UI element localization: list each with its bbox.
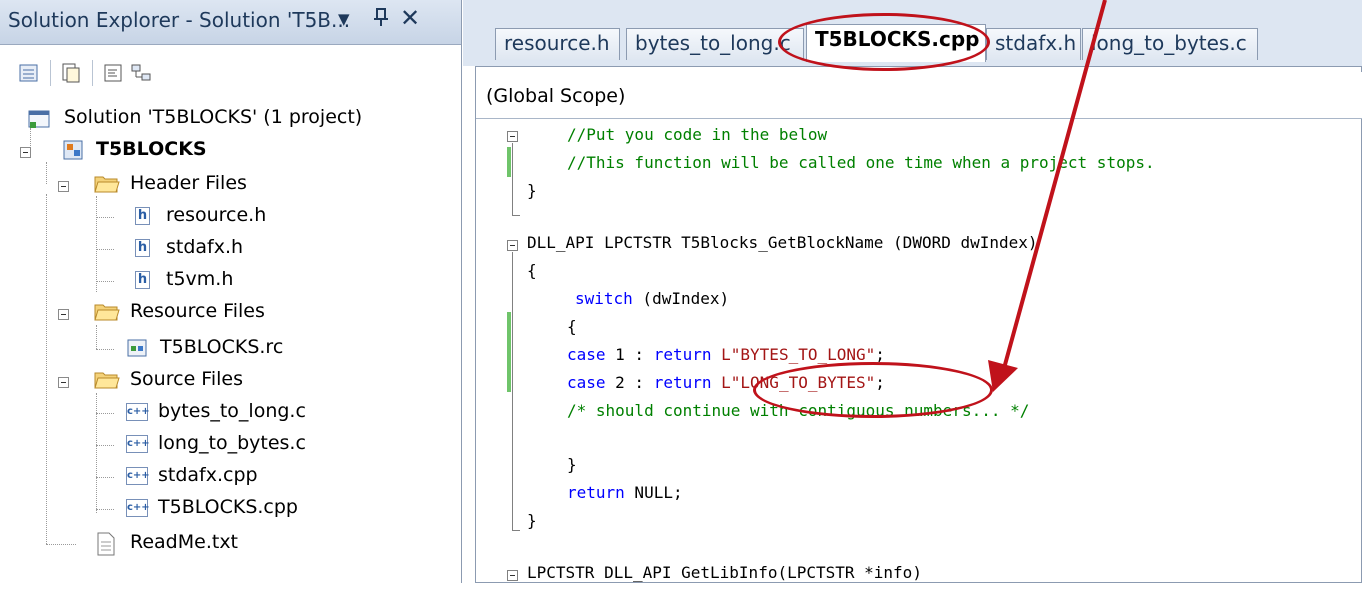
code-text: 2 : <box>605 373 654 392</box>
change-marker <box>507 312 511 392</box>
collapse-icon[interactable] <box>20 147 31 158</box>
folder-open-icon <box>94 176 120 193</box>
tree-item-label: t5vm.h <box>166 268 234 290</box>
tree-file-t5blocks-rc[interactable]: T5BLOCKS.rc <box>0 333 460 365</box>
view-code-icon[interactable] <box>102 62 124 84</box>
tree-item-label: resource.h <box>166 204 267 226</box>
tree-item-label: Resource Files <box>130 300 265 322</box>
tree-folder-header-files[interactable]: Header Files <box>0 169 460 201</box>
window-position-dropdown-icon[interactable]: ▼ <box>338 10 350 28</box>
code-text: (dwIndex) <box>632 289 730 308</box>
tree-file-readme[interactable]: ReadMe.txt <box>0 528 460 560</box>
code-line: //This function will be called one time … <box>567 153 1155 172</box>
class-diagram-icon[interactable] <box>130 62 152 84</box>
outline-line <box>512 215 520 216</box>
folder-open-icon <box>94 372 120 389</box>
tree-item-label: T5BLOCKS.cpp <box>158 496 298 518</box>
tree-item-label: Source Files <box>130 368 243 390</box>
tree-item-label: Header Files <box>130 172 247 194</box>
tree-item-label: Solution 'T5BLOCKS' (1 project) <box>64 106 363 128</box>
solution-explorer-titlebar: Solution Explorer - Solution 'T5B... ▼ ✕ <box>0 0 461 45</box>
cpp-file-icon: c++ <box>126 499 150 517</box>
collapse-icon[interactable] <box>58 377 69 388</box>
tab-long-to-bytes-c[interactable]: long_to_bytes.c <box>1082 28 1258 60</box>
code-text: NULL; <box>624 483 683 502</box>
solution-icon <box>28 110 50 128</box>
collapse-icon[interactable] <box>58 309 69 320</box>
toolbar-separator <box>50 60 51 86</box>
collapse-icon[interactable] <box>58 181 69 192</box>
tree-item-project[interactable]: T5BLOCKS <box>0 135 460 167</box>
pin-icon[interactable] <box>370 6 392 28</box>
code-line: DLL_API LPCTSTR T5Blocks_GetBlockName (D… <box>527 233 1038 252</box>
tab-resource-h[interactable]: resource.h <box>495 28 620 60</box>
code-line: LPCTSTR DLL_API GetLibInfo(LPCTSTR *info… <box>527 563 922 582</box>
code-line: //Put you code in the below <box>567 125 828 144</box>
tree-file-resource-h[interactable]: h resource.h <box>0 201 460 233</box>
code-line: { <box>527 261 537 280</box>
resource-file-icon <box>127 339 147 357</box>
outline-line <box>512 143 513 215</box>
outline-line <box>512 252 513 530</box>
show-all-files-icon[interactable] <box>60 62 82 84</box>
keyword: case <box>567 373 606 392</box>
keyword: return <box>653 373 712 392</box>
code-line: { <box>567 317 577 336</box>
tree-folder-resource-files[interactable]: Resource Files <box>0 297 460 329</box>
header-file-icon: h <box>135 207 150 225</box>
tree-item-label: stdafx.h <box>166 236 244 258</box>
cpp-file-icon: c++ <box>126 467 150 485</box>
tree-item-label: bytes_to_long.c <box>158 400 306 422</box>
tree-file-t5blocks-cpp[interactable]: c++ T5BLOCKS.cpp <box>0 493 460 525</box>
tree-file-bytes-to-long-c[interactable]: c++ bytes_to_long.c <box>0 397 460 429</box>
tab-stdafx-h[interactable]: stdafx.h <box>986 28 1081 60</box>
keyword: case <box>567 345 606 364</box>
header-file-icon: h <box>135 239 150 257</box>
tree-item-solution[interactable]: Solution 'T5BLOCKS' (1 project) <box>0 103 460 135</box>
keyword: return <box>567 483 625 502</box>
solution-explorer-panel: Solution Explorer - Solution 'T5B... ▼ ✕ <box>0 0 462 583</box>
toolbar-separator <box>92 60 93 86</box>
fold-toggle-icon[interactable] <box>507 131 518 142</box>
code-line: } <box>567 455 577 474</box>
header-file-icon: h <box>135 271 150 289</box>
project-icon <box>63 140 83 160</box>
scope-label: (Global Scope) <box>486 85 626 107</box>
folder-open-icon <box>94 304 120 321</box>
code-area[interactable]: //Put you code in the below //This funct… <box>477 119 1362 583</box>
tree-file-stdafx-cpp[interactable]: c++ stdafx.cpp <box>0 461 460 493</box>
tree-file-long-to-bytes-c[interactable]: c++ long_to_bytes.c <box>0 429 460 461</box>
change-marker <box>507 147 511 177</box>
solution-explorer-title: Solution Explorer - Solution 'T5B... <box>8 8 351 32</box>
code-text: 1 : <box>605 345 654 364</box>
tree-item-label: T5BLOCKS.rc <box>160 336 284 358</box>
properties-icon[interactable] <box>18 62 40 84</box>
tree-file-stdafx-h[interactable]: h stdafx.h <box>0 233 460 265</box>
text-file-icon <box>97 532 115 556</box>
string-literal: L"BYTES_TO_LONG" <box>721 345 876 364</box>
annotation-ellipse-string <box>753 362 993 418</box>
tree-item-label: T5BLOCKS <box>96 138 207 160</box>
annotation-ellipse-tab <box>778 13 990 71</box>
fold-toggle-icon[interactable] <box>507 570 518 581</box>
keyword: switch <box>575 289 633 308</box>
fold-toggle-icon[interactable] <box>507 240 518 251</box>
outline-line <box>512 530 520 531</box>
scope-dropdown[interactable]: (Global Scope) <box>476 72 1362 119</box>
code-line: switch (dwIndex) <box>575 289 729 317</box>
close-icon[interactable]: ✕ <box>400 4 420 32</box>
code-line: } <box>527 181 537 200</box>
keyword: return <box>653 345 712 364</box>
tree-item-label: ReadMe.txt <box>130 531 239 553</box>
tree-folder-source-files[interactable]: Source Files <box>0 365 460 397</box>
cpp-file-icon: c++ <box>126 435 150 453</box>
tree-item-label: stdafx.cpp <box>158 464 258 486</box>
code-line: return NULL; <box>567 483 683 511</box>
cpp-file-icon: c++ <box>126 403 150 421</box>
tree-file-t5vm-h[interactable]: h t5vm.h <box>0 265 460 297</box>
code-line: } <box>527 511 537 530</box>
tree-item-label: long_to_bytes.c <box>158 432 306 454</box>
